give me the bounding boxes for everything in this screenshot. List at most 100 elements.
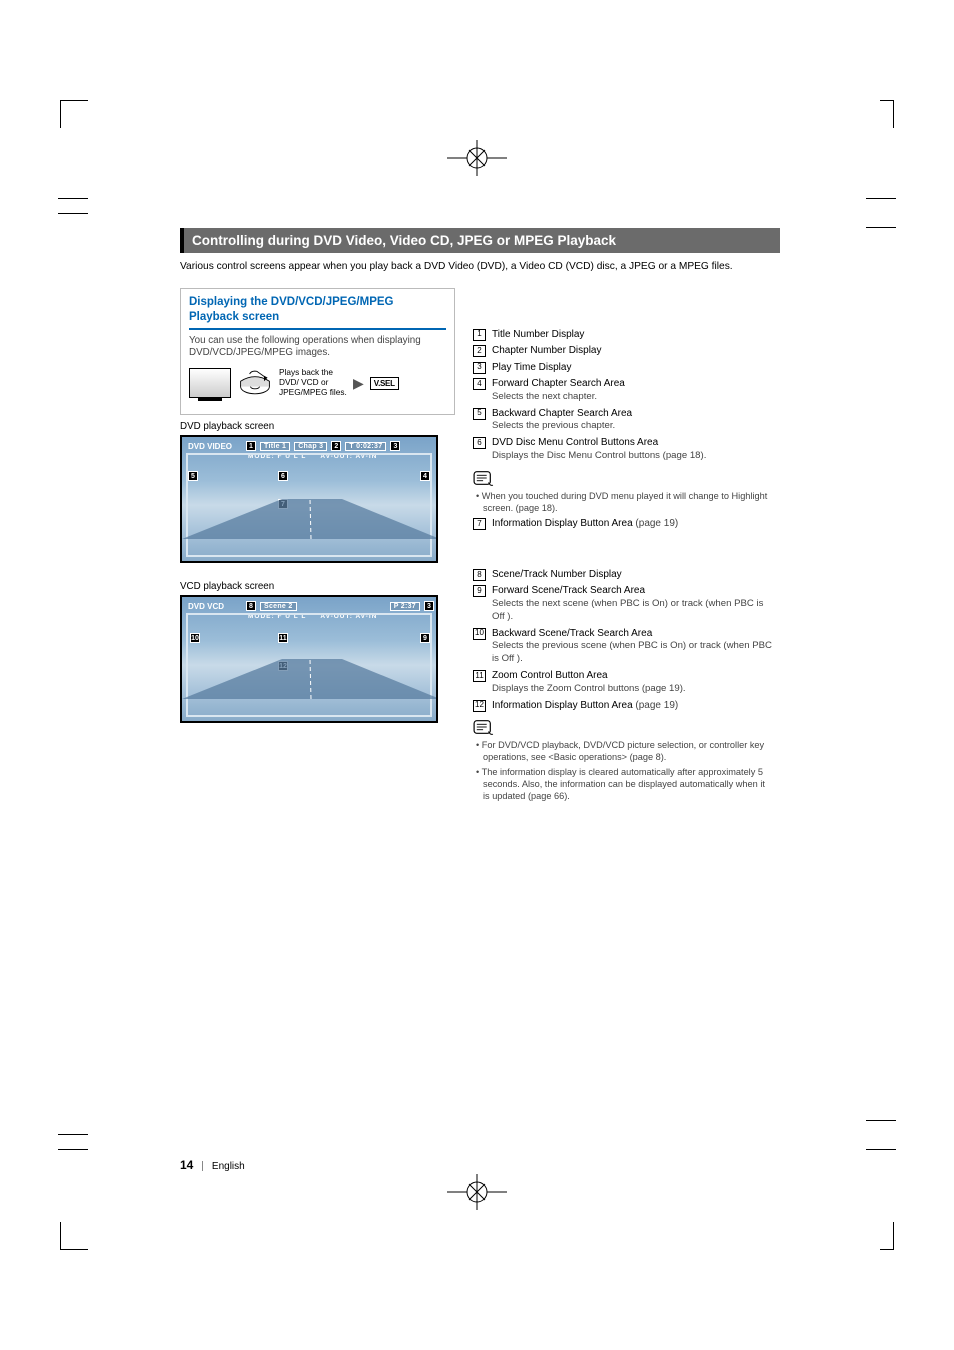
legend-list-dvd: 1 Title Number Display 2 Chapter Number Dis… [473, 328, 773, 463]
item-title: Forward Scene/Track Search Area [492, 585, 645, 596]
callout-number: 7 [473, 518, 486, 530]
item-ref: (page 19) [633, 700, 679, 711]
item-description: Displays the Zoom Control buttons (page … [492, 683, 773, 696]
callout-number: 10 [473, 628, 486, 640]
crop-mark [866, 1120, 896, 1150]
crop-mark [60, 100, 88, 128]
page-content: Controlling during DVD Video, Video CD, … [180, 228, 780, 806]
notes-list: For DVD/VCD playback, DVD/VCD picture se… [473, 740, 773, 803]
note-icon [473, 469, 495, 487]
list-item: 4 Forward Chapter Search Area Selects the … [473, 377, 773, 403]
disc-icon [237, 368, 273, 398]
item-title: DVD Disc Menu Control Buttons Area [492, 437, 658, 448]
list-item: 9 Forward Scene/Track Search Area Selects … [473, 584, 773, 623]
callout-number: 5 [473, 408, 486, 420]
scene-display: Scene 2 [260, 602, 297, 611]
list-item: 2 Chapter Number Display [473, 344, 773, 358]
vsel-button[interactable]: V.SEL [370, 377, 399, 390]
item-description: Selects the previous scene (when PBC is … [492, 640, 773, 666]
callout-number: 4 [473, 378, 486, 390]
note-text: When you touched during DVD menu played … [473, 491, 773, 515]
item-title: Scene/Track Number Display [492, 569, 622, 580]
section-header: Controlling during DVD Video, Video CD, … [180, 228, 780, 253]
callout-number: 1 [473, 329, 486, 341]
callout-number: 8 [473, 569, 486, 581]
dvd-playback-label: DVD playback screen [180, 421, 455, 432]
list-item: 12 Information Display Button Area (page … [473, 699, 773, 713]
chapter-display: Chap 3 [294, 442, 327, 451]
list-item: 1 Title Number Display [473, 328, 773, 342]
crop-mark [880, 1222, 894, 1250]
page-number: 14 [180, 1158, 193, 1172]
callout-number: 9 [473, 585, 486, 597]
legend-list-vcd: 8 Scene/Track Number Display 9 Forward Scen… [473, 568, 773, 712]
vcd-playback-label: VCD playback screen [180, 581, 455, 592]
list-item: 8 Scene/Track Number Display [473, 568, 773, 582]
item-title: Chapter Number Display [492, 345, 602, 356]
item-title: Play Time Display [492, 362, 571, 373]
item-title: Information Display Button Area [492, 700, 633, 711]
crop-mark [866, 198, 896, 228]
item-description: Selects the next chapter. [492, 391, 773, 404]
arrow-right-icon: ▶ [353, 375, 364, 392]
title-display: Title 1 [260, 442, 290, 451]
media-caption: Plays back the DVD/ VCD or JPEG/MPEG fil… [279, 368, 347, 398]
callout-10: 10 [190, 633, 200, 643]
item-description: Displays the Disc Menu Control buttons (… [492, 450, 773, 463]
callout-number: 3 [473, 362, 486, 374]
note-icon [473, 718, 495, 736]
callout-9: 9 [420, 633, 430, 643]
list-item: 7 Information Display Button Area (page … [473, 517, 773, 531]
registration-mark [447, 1174, 507, 1210]
registration-mark [447, 140, 507, 176]
callout-8: 8 [246, 601, 256, 611]
road-graphic [182, 499, 438, 539]
note-text: The information display is cleared autom… [473, 767, 773, 803]
list-item: 10 Backward Scene/Track Search AreaSelect… [473, 627, 773, 666]
source-label: DVD VCD [184, 602, 242, 611]
item-description: Selects the previous chapter. [492, 420, 773, 433]
item-ref: (page 19) [635, 518, 678, 529]
item-description: Selects the next scene (when PBC is On) … [492, 598, 773, 624]
item-title: Forward Chapter Search Area [492, 378, 625, 389]
page-footer: 14 English [180, 1158, 245, 1172]
crop-mark [58, 1134, 88, 1150]
road-graphic [182, 659, 438, 699]
note-text: For DVD/VCD playback, DVD/VCD picture se… [473, 740, 773, 764]
list-item: 5 Backward Chapter Search AreaSelects the… [473, 407, 773, 433]
callout-5: 5 [188, 471, 198, 481]
box-text: You can use the following operations whe… [189, 335, 446, 360]
list-item: 6 DVD Disc Menu Control Buttons Area Displ… [473, 436, 773, 462]
crop-mark [60, 1222, 88, 1250]
box-title: Displaying the DVD/VCD/JPEG/MPEG Playbac… [189, 295, 446, 330]
dvd-playback-screen: DVD VIDEO 1 Title 1 Chap 3 2 T 0:02:37 3… [180, 435, 438, 563]
vcd-playback-screen: DVD VCD 8 Scene 2 P 2:37 3 MODE: F U L L… [180, 595, 438, 723]
callout-number: 11 [473, 670, 486, 682]
crop-mark [880, 100, 894, 128]
item-title: Title Number Display [492, 329, 584, 340]
list-item: 3 Play Time Display [473, 361, 773, 375]
callout-11: 11 [278, 633, 288, 643]
callout-number: 12 [473, 700, 486, 712]
monitor-icon [189, 368, 231, 398]
callout-3b: 3 [424, 601, 434, 611]
list-item: 11 Zoom Control Button Area Displays the Z… [473, 669, 773, 695]
item-title: Backward Scene/Track Search Area [492, 628, 652, 639]
footer-language: English [212, 1161, 245, 1172]
time-display: P 2:37 [390, 602, 420, 611]
item-title: Information Display Button Area [492, 518, 633, 529]
callout-6: 6 [278, 471, 288, 481]
callout-1: 1 [246, 441, 256, 451]
crop-mark [58, 198, 88, 214]
intro-text: Various control screens appear when you … [180, 260, 780, 274]
callout-4: 4 [420, 471, 430, 481]
time-display: T 0:02:37 [345, 442, 386, 451]
callout-number: 2 [473, 345, 486, 357]
callout-number: 6 [473, 437, 486, 449]
item-title: Zoom Control Button Area [492, 670, 608, 681]
source-label: DVD VIDEO [184, 442, 242, 451]
callout-3: 3 [390, 441, 400, 451]
instruction-box: Displaying the DVD/VCD/JPEG/MPEG Playbac… [180, 288, 455, 415]
callout-2: 2 [331, 441, 341, 451]
item-title: Backward Chapter Search Area [492, 408, 632, 419]
